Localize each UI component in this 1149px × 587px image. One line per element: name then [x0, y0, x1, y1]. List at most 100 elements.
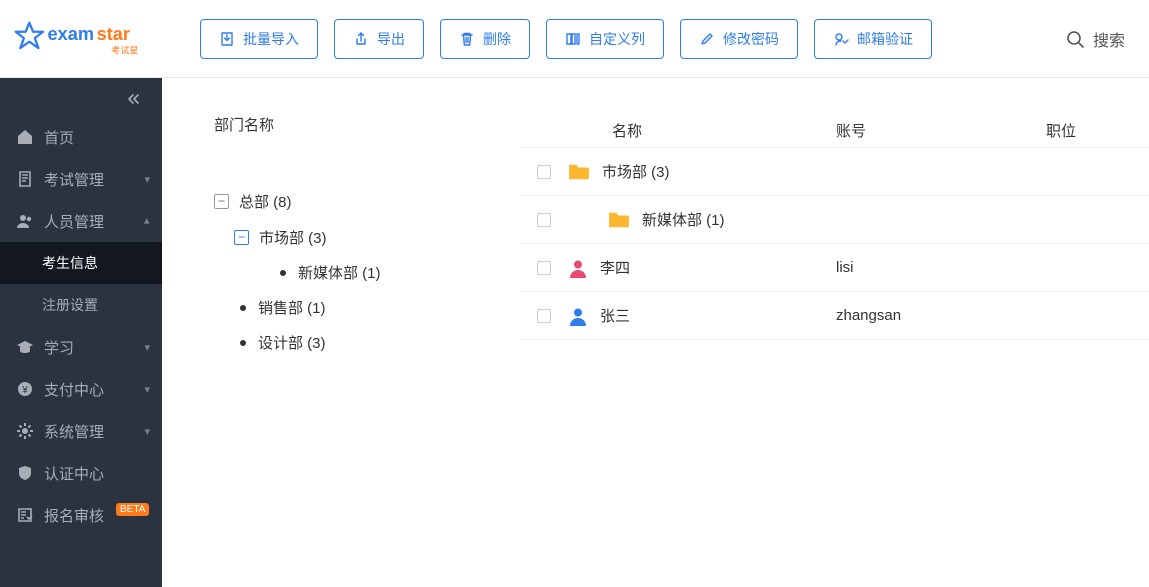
department-title: 部门名称: [214, 114, 494, 135]
button-label: 邮箱验证: [857, 29, 913, 49]
chevron-down-icon: ▾: [144, 173, 150, 186]
batch-import-button[interactable]: 批量导入: [200, 19, 318, 59]
change-password-button[interactable]: 修改密码: [680, 19, 798, 59]
department-panel: 部门名称 − 总部 (8) − 市场部 (3) 新媒体部 (1): [162, 78, 514, 587]
row-checkbox[interactable]: [537, 165, 551, 179]
row-name: 新媒体部 (1): [642, 209, 725, 230]
button-label: 导出: [377, 29, 405, 49]
users-icon: [16, 212, 34, 230]
table-row[interactable]: 张三zhangsan: [520, 292, 1149, 340]
col-header-name: 名称: [612, 120, 642, 141]
table-row[interactable]: 市场部 (3): [520, 148, 1149, 196]
tree-leaf-design[interactable]: 设计部 (3): [234, 325, 494, 360]
trash-icon: [459, 31, 475, 47]
logo-icon: exam star 考试星: [13, 19, 149, 59]
export-icon: [353, 31, 369, 47]
col-header-position: 职位: [1046, 123, 1076, 140]
tree-label: 市场部 (3): [259, 227, 327, 248]
search-box[interactable]: 搜索: [1065, 27, 1125, 51]
nav-label: 认证中心: [44, 463, 104, 484]
svg-text:exam: exam: [47, 23, 93, 43]
button-label: 修改密码: [723, 29, 779, 49]
list-check-icon: [16, 506, 34, 524]
logo: exam star 考试星: [0, 19, 162, 59]
tree-label: 销售部 (1): [258, 297, 326, 318]
table-row[interactable]: 新媒体部 (1): [520, 196, 1149, 244]
sidebar-subitem-candidate-info[interactable]: 考生信息: [0, 242, 162, 284]
col-header-account: 账号: [836, 123, 866, 140]
nav-label: 系统管理: [44, 421, 104, 442]
nav-label: 支付中心: [44, 379, 104, 400]
table-panel: 名称 账号 职位 市场部 (3) 新媒体部 (1) 李四lisi张三zhangsan: [514, 78, 1149, 587]
row-name: 张三: [600, 305, 630, 326]
toolbar: 批量导入 导出 删除 自定义列 修改密码: [200, 19, 1065, 59]
row-checkbox[interactable]: [537, 261, 551, 275]
sidebar-item-learning[interactable]: 学习 ▾: [0, 326, 162, 368]
row-checkbox[interactable]: [537, 309, 551, 323]
nav-label: 考试管理: [44, 169, 104, 190]
button-label: 删除: [483, 29, 511, 49]
graduation-icon: [16, 338, 34, 356]
mail-icon: [833, 31, 849, 47]
chevron-down-icon: ▾: [144, 383, 150, 396]
sidebar-item-payment[interactable]: ¥ 支付中心 ▾: [0, 368, 162, 410]
search-placeholder: 搜索: [1093, 27, 1125, 51]
sidebar-subitem-register-settings[interactable]: 注册设置: [0, 284, 162, 326]
custom-columns-button[interactable]: 自定义列: [546, 19, 664, 59]
row-name: 市场部 (3): [602, 161, 670, 182]
tree-node-market[interactable]: − 市场部 (3): [234, 219, 494, 255]
collapse-sidebar-button[interactable]: [0, 78, 162, 102]
sidebar-item-signup-review[interactable]: 报名审核 BETA: [0, 494, 162, 536]
tree-leaf-sales[interactable]: 销售部 (1): [234, 290, 494, 325]
delete-button[interactable]: 删除: [440, 19, 530, 59]
sidebar-item-exam-mgmt[interactable]: 考试管理 ▾: [0, 158, 162, 200]
sidebar-item-people-mgmt[interactable]: 人员管理 ▾: [0, 200, 162, 242]
collapse-toggle-icon[interactable]: −: [214, 194, 229, 209]
nav-label: 报名审核: [44, 505, 104, 526]
sidebar-item-home[interactable]: 首页: [0, 116, 162, 158]
person-icon: [568, 258, 588, 278]
tree-label: 新媒体部 (1): [298, 262, 381, 283]
department-tree: − 总部 (8) − 市场部 (3) 新媒体部 (1): [214, 183, 494, 360]
search-icon: [1065, 29, 1085, 49]
folder-icon: [568, 163, 590, 181]
tree-node-root[interactable]: − 总部 (8): [214, 183, 494, 219]
table-header: 名称 账号 职位: [520, 114, 1149, 148]
home-icon: [16, 128, 34, 146]
svg-text:¥: ¥: [21, 385, 28, 396]
import-icon: [219, 31, 235, 47]
export-button[interactable]: 导出: [334, 19, 424, 59]
main-content: 部门名称 − 总部 (8) − 市场部 (3) 新媒体部 (1): [162, 78, 1149, 587]
button-label: 批量导入: [243, 29, 299, 49]
sidebar: 首页 考试管理 ▾ 人员管理 ▾ 考生信息 注册设置 学习 ▾: [0, 78, 162, 587]
person-icon: [568, 306, 588, 326]
shield-icon: [16, 464, 34, 482]
gear-icon: [16, 422, 34, 440]
email-verify-button[interactable]: 邮箱验证: [814, 19, 932, 59]
button-label: 自定义列: [589, 29, 645, 49]
svg-text:考试星: 考试星: [111, 44, 138, 55]
table-row[interactable]: 李四lisi: [520, 244, 1149, 292]
tree-leaf-newmedia[interactable]: 新媒体部 (1): [254, 255, 494, 290]
folder-icon: [608, 211, 630, 229]
sidebar-item-auth-center[interactable]: 认证中心: [0, 452, 162, 494]
row-checkbox[interactable]: [537, 213, 551, 227]
tree-label: 设计部 (3): [258, 332, 326, 353]
nav-label: 学习: [44, 337, 74, 358]
bullet-icon: [240, 340, 246, 346]
bullet-icon: [240, 305, 246, 311]
topbar: exam star 考试星 批量导入 导出 删除 自: [0, 0, 1149, 78]
document-icon: [16, 170, 34, 188]
chevron-down-icon: ▾: [144, 425, 150, 438]
columns-icon: [565, 31, 581, 47]
chevron-down-icon: ▾: [144, 341, 150, 354]
sidebar-item-sys-mgmt[interactable]: 系统管理 ▾: [0, 410, 162, 452]
chevron-up-icon: ▾: [144, 215, 150, 228]
collapse-toggle-icon[interactable]: −: [234, 230, 249, 245]
coin-icon: ¥: [16, 380, 34, 398]
svg-text:star: star: [96, 23, 129, 43]
table-body: 市场部 (3) 新媒体部 (1) 李四lisi张三zhangsan: [520, 148, 1149, 340]
row-account: lisi: [836, 259, 1046, 276]
beta-badge: BETA: [116, 503, 149, 516]
bullet-icon: [280, 270, 286, 276]
